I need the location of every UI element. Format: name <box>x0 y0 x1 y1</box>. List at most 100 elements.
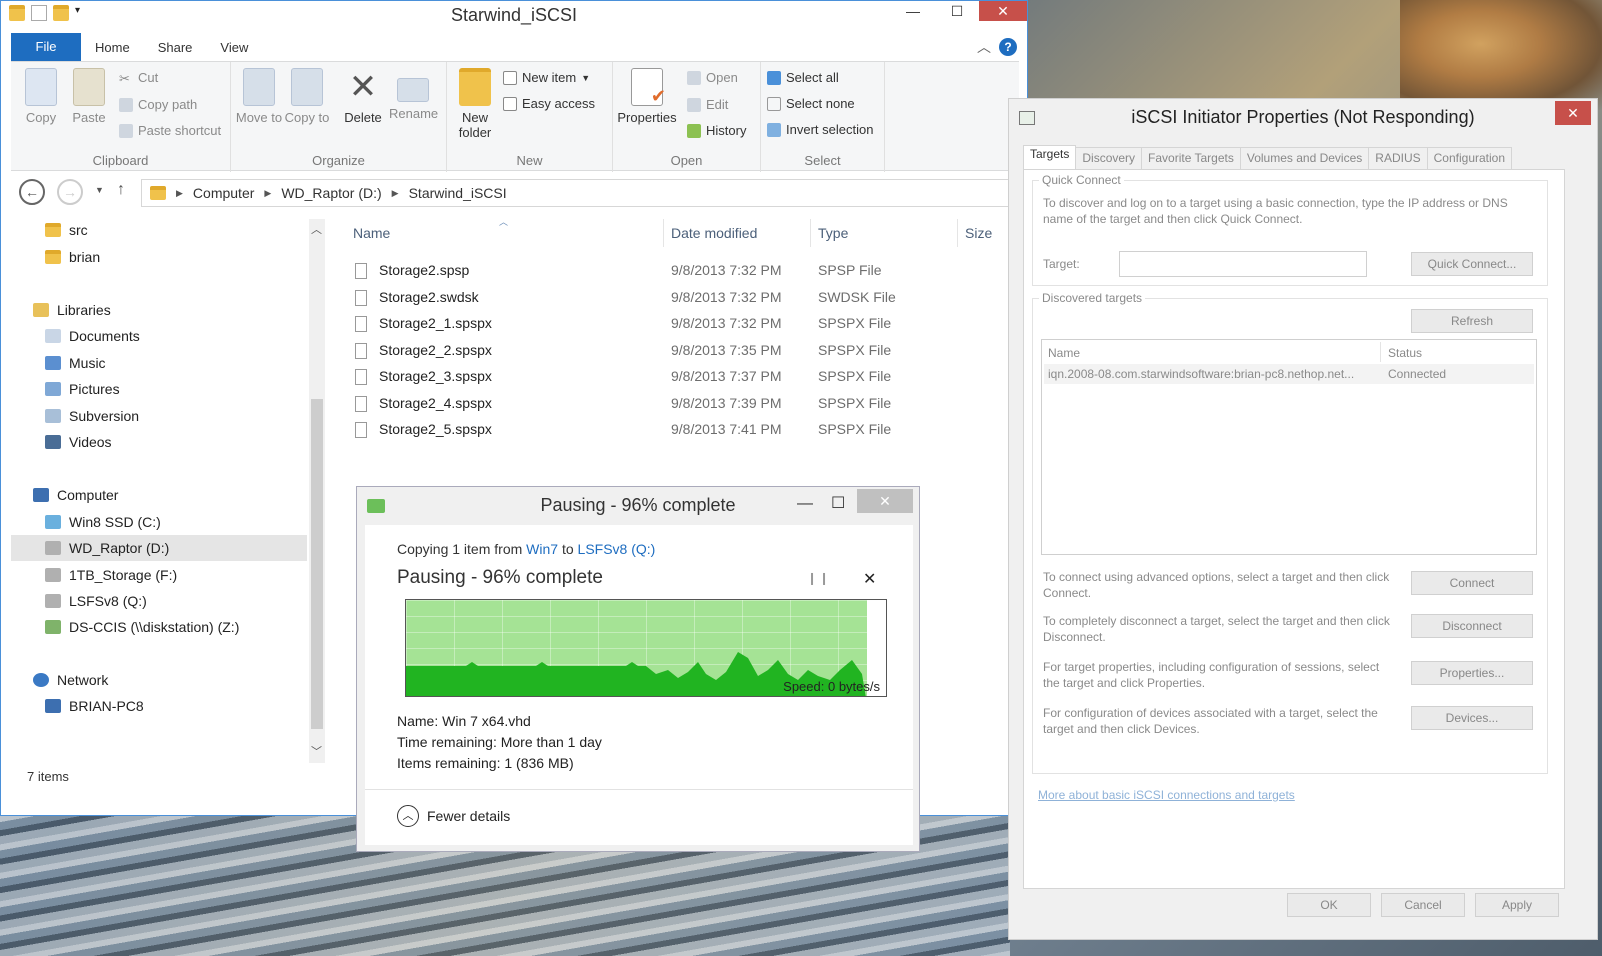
copy-button[interactable]: Copy <box>17 68 65 125</box>
disconnect-button[interactable]: Disconnect <box>1411 614 1533 638</box>
column-header-status[interactable]: Status <box>1388 346 1422 360</box>
tab-home[interactable]: Home <box>81 33 144 61</box>
close-button[interactable]: ✕ <box>1555 101 1591 125</box>
column-header-type[interactable]: Type <box>818 225 848 241</box>
nav-item-subversion[interactable]: Subversion <box>45 408 139 424</box>
tab-targets[interactable]: Targets <box>1023 145 1077 169</box>
cut-button[interactable]: ✂ Cut <box>119 70 158 86</box>
file-row[interactable]: Storage2.swdsk 9/8/2013 7:32 PM SWDSK File <box>355 286 1005 310</box>
file-row[interactable]: Storage2_2.spspx 9/8/2013 7:35 PM SPSPX Fi… <box>355 339 1005 363</box>
nav-item-libraries[interactable]: Libraries <box>33 302 111 318</box>
minimize-button[interactable]: — <box>891 1 935 21</box>
nav-item-brian-pc8[interactable]: BRIAN-PC8 <box>45 698 144 714</box>
apply-button[interactable]: Apply <box>1475 893 1559 917</box>
copy-to-button[interactable]: Copy to <box>283 68 331 125</box>
nav-item-pictures[interactable]: Pictures <box>45 381 120 397</box>
new-item-button[interactable]: New item ▼ <box>503 70 590 85</box>
minimize-button[interactable]: — <box>797 495 813 513</box>
tab-view[interactable]: View <box>206 33 262 61</box>
column-header-name[interactable]: Name <box>1048 346 1080 360</box>
target-input[interactable] <box>1119 251 1367 277</box>
file-row[interactable]: Storage2.spsp 9/8/2013 7:32 PM SPSP File <box>355 259 1005 283</box>
devices-button[interactable]: Devices... <box>1411 706 1533 730</box>
scroll-up-icon[interactable]: ︿ <box>311 221 322 237</box>
cancel-button[interactable]: Cancel <box>1381 893 1465 917</box>
open-button[interactable]: Open <box>687 70 738 85</box>
rename-button[interactable]: Rename <box>389 68 438 121</box>
more-about-iscsi-link[interactable]: More about basic iSCSI connections and t… <box>1038 788 1295 802</box>
tab-volumes-and-devices[interactable]: Volumes and Devices <box>1239 147 1370 169</box>
nav-item-ds-ccis[interactable]: DS-CCIS (\\diskstation) (Z:) <box>45 619 239 635</box>
maximize-button[interactable]: ☐ <box>935 1 979 21</box>
tab-radius[interactable]: RADIUS <box>1368 147 1428 169</box>
breadcrumb-computer[interactable]: Computer <box>193 185 254 201</box>
history-button[interactable]: History <box>687 123 746 138</box>
nav-item-src[interactable]: src <box>45 222 88 238</box>
navigation-scrollbar[interactable]: ︿ ﹀ <box>309 219 325 763</box>
close-button[interactable]: ✕ <box>979 1 1027 21</box>
up-button[interactable]: ↑ <box>117 181 125 199</box>
forward-button[interactable]: → <box>57 179 83 205</box>
column-divider[interactable] <box>810 219 811 247</box>
nav-item-1tb-storage[interactable]: 1TB_Storage (F:) <box>45 567 177 583</box>
help-icon[interactable]: ? <box>999 38 1017 56</box>
pause-button[interactable]: ❙❙ <box>807 571 831 585</box>
nav-item-documents[interactable]: Documents <box>45 328 140 344</box>
properties-button[interactable]: ✔ Properties <box>617 68 677 125</box>
back-button[interactable]: ← <box>19 179 45 205</box>
invert-selection-button[interactable]: Invert selection <box>767 122 873 137</box>
nav-item-music[interactable]: Music <box>45 355 106 371</box>
file-row[interactable]: Storage2_4.spspx 9/8/2013 7:39 PM SPSPX Fi… <box>355 392 1005 416</box>
edit-button[interactable]: Edit <box>687 97 728 112</box>
column-header-date[interactable]: Date modified <box>671 225 757 241</box>
select-all-button[interactable]: Select all <box>767 70 839 85</box>
cancel-copy-button[interactable]: ✕ <box>863 569 876 589</box>
properties-button[interactable]: Properties... <box>1411 661 1533 685</box>
column-header-name[interactable]: Name <box>353 225 390 241</box>
nav-item-computer[interactable]: Computer <box>33 487 118 503</box>
paste-button[interactable]: Paste <box>65 68 113 125</box>
breadcrumb-drive[interactable]: WD_Raptor (D:) <box>281 185 381 201</box>
column-divider[interactable] <box>1380 342 1381 362</box>
tab-share[interactable]: Share <box>144 33 207 61</box>
tab-configuration[interactable]: Configuration <box>1426 147 1513 169</box>
new-folder-button[interactable]: New folder <box>451 68 499 140</box>
select-none-button[interactable]: Select none <box>767 96 855 111</box>
file-row[interactable]: Storage2_5.spspx 9/8/2013 7:41 PM SPSPX Fi… <box>355 418 1005 442</box>
breadcrumb-folder[interactable]: Starwind_iSCSI <box>409 185 507 201</box>
refresh-button[interactable]: Refresh <box>1411 309 1533 333</box>
file-row[interactable]: Storage2_1.spspx 9/8/2013 7:32 PM SPSPX Fi… <box>355 312 1005 336</box>
scroll-thumb[interactable] <box>311 399 323 729</box>
collapse-ribbon-icon[interactable]: ︿ <box>977 33 991 61</box>
address-bar[interactable]: ▶ Computer ▶ WD_Raptor (D:) ▶ Starwind_i… <box>141 179 1009 207</box>
scroll-down-icon[interactable]: ﹀ <box>311 743 322 759</box>
target-row[interactable]: iqn.2008-08.com.starwindsoftware:brian-p… <box>1044 364 1534 384</box>
nav-item-lsfsv8[interactable]: LSFSv8 (Q:) <box>45 593 147 609</box>
close-button[interactable]: ✕ <box>857 489 913 513</box>
connect-button[interactable]: Connect <box>1411 571 1533 595</box>
recent-locations-icon[interactable]: ▼ <box>95 185 104 195</box>
nav-item-brian[interactable]: brian <box>45 249 100 265</box>
column-divider[interactable] <box>663 219 664 247</box>
tab-discovery[interactable]: Discovery <box>1075 147 1143 169</box>
nav-item-wd-raptor[interactable]: WD_Raptor (D:) <box>11 535 307 561</box>
tab-favorite-targets[interactable]: Favorite Targets <box>1141 147 1241 169</box>
quick-connect-button[interactable]: Quick Connect... <box>1411 252 1533 276</box>
delete-button[interactable]: ✕ Delete <box>339 68 387 125</box>
nav-item-network[interactable]: Network <box>33 672 108 688</box>
copy-path-button[interactable]: Copy path <box>119 97 197 112</box>
column-header-size[interactable]: Size <box>965 225 992 241</box>
source-link[interactable]: Win7 <box>526 541 558 557</box>
file-row[interactable]: Storage2_3.spspx 9/8/2013 7:37 PM SPSPX Fi… <box>355 365 1005 389</box>
nav-item-win8-ssd[interactable]: Win8 SSD (C:) <box>45 514 161 530</box>
paste-shortcut-button[interactable]: Paste shortcut <box>119 123 221 138</box>
nav-item-videos[interactable]: Videos <box>45 434 112 450</box>
easy-access-button[interactable]: Easy access <box>503 96 595 111</box>
tab-file[interactable]: File <box>11 33 81 61</box>
destination-link[interactable]: LSFSv8 (Q:) <box>578 541 656 557</box>
column-divider[interactable] <box>957 219 958 247</box>
maximize-button[interactable]: ☐ <box>831 493 845 513</box>
fewer-details-button[interactable]: ︿ Fewer details <box>397 805 510 827</box>
ok-button[interactable]: OK <box>1287 893 1371 917</box>
move-to-button[interactable]: Move to <box>235 68 283 125</box>
